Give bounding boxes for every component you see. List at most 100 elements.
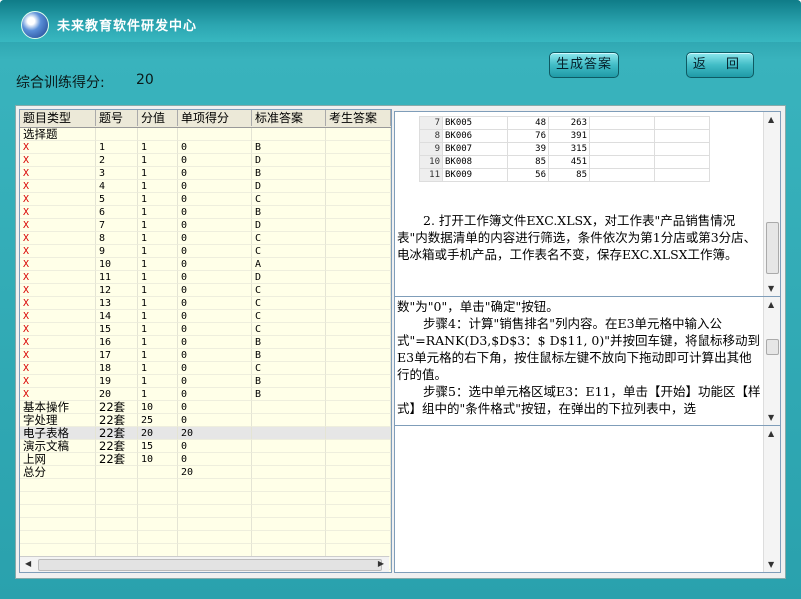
cell-ans [326, 518, 391, 531]
table-row[interactable] [20, 531, 391, 544]
cell-got: 0 [178, 336, 252, 349]
app-logo-icon [21, 11, 49, 39]
cell-std: B [252, 141, 326, 154]
answer-scrollbar[interactable]: ▲ ▼ [763, 297, 780, 425]
cell-ans [326, 180, 391, 193]
cell-got: 0 [178, 401, 252, 414]
table-row[interactable]: X410D [20, 180, 391, 193]
table-row[interactable] [20, 492, 391, 505]
table-row[interactable]: X 20 1 0 B [20, 388, 391, 401]
cell-ans [326, 141, 391, 154]
cell-std: B [252, 206, 326, 219]
grid-horizontal-scrollbar[interactable]: ◀ ▶ [20, 556, 389, 572]
cell-score: 1 [138, 167, 178, 180]
spreadsheet-cell: 56 [507, 168, 549, 182]
spreadsheet-cell [589, 142, 655, 156]
table-row[interactable]: X 13 1 0 C [20, 297, 391, 310]
scroll-up-icon[interactable]: ▲ [768, 300, 774, 309]
cell-score [138, 505, 178, 518]
column-header[interactable]: 标准答案 [252, 110, 326, 126]
table-row[interactable]: X 11 1 0 D [20, 271, 391, 284]
cell-std [252, 466, 326, 479]
cell-ans [326, 154, 391, 167]
table-row[interactable]: 选择题 [20, 128, 391, 141]
cell-ans [326, 206, 391, 219]
generate-answer-button[interactable]: 生成答案 [549, 52, 619, 78]
cell-type: 上网 [20, 453, 96, 466]
table-row[interactable]: 演示文稿 22套 15 0 [20, 440, 391, 453]
spreadsheet-cell: 9 [419, 142, 443, 156]
cell-type: X [20, 375, 96, 388]
table-row[interactable]: X 10 1 0 A [20, 258, 391, 271]
column-header[interactable]: 单项得分 [178, 110, 252, 126]
table-row[interactable]: X 17 1 0 B [20, 349, 391, 362]
spreadsheet-cell [654, 168, 710, 182]
table-row[interactable] [20, 479, 391, 492]
cell-got: 0 [178, 167, 252, 180]
column-header[interactable]: 考生答案 [326, 110, 391, 126]
column-header[interactable]: 题目类型 [20, 110, 96, 126]
table-row[interactable]: X 14 1 0 C [20, 310, 391, 323]
table-row[interactable]: 上网 22套 10 0 [20, 453, 391, 466]
cell-ans [326, 193, 391, 206]
spreadsheet-cell: BK005 [442, 116, 508, 130]
scroll-thumb[interactable] [766, 339, 779, 355]
table-row[interactable]: X810C [20, 232, 391, 245]
table-row[interactable]: X 15 1 0 C [20, 323, 391, 336]
table-row[interactable]: 电子表格 22套 20 20 [20, 427, 391, 440]
question-scrollbar[interactable]: ▲ ▼ [763, 112, 780, 296]
scroll-down-icon[interactable]: ▼ [768, 284, 774, 293]
table-row[interactable]: X 12 1 0 C [20, 284, 391, 297]
student-answer-pane[interactable]: ▲ ▼ [394, 425, 781, 573]
cell-score: 1 [138, 375, 178, 388]
spreadsheet-cell: 85 [548, 168, 590, 182]
cell-ans [326, 401, 391, 414]
cell-score: 1 [138, 336, 178, 349]
table-row[interactable]: 基本操作 22套 10 0 [20, 401, 391, 414]
cell-std [252, 518, 326, 531]
table-row[interactable] [20, 505, 391, 518]
scroll-left-icon[interactable]: ◀ [25, 559, 31, 568]
cell-num: 9 [96, 245, 138, 258]
cell-type: X [20, 180, 96, 193]
scroll-thumb[interactable] [766, 222, 779, 274]
cell-got [178, 479, 252, 492]
cell-std: B [252, 167, 326, 180]
question-text: 2. 打开工作簿文件EXC.XLSX，对工作表"产品销售情况表"内数据清单的内容… [397, 213, 757, 262]
cell-num [96, 505, 138, 518]
student-answer-scrollbar[interactable]: ▲ ▼ [763, 426, 780, 572]
table-row[interactable]: X310B [20, 167, 391, 180]
scroll-up-icon[interactable]: ▲ [768, 429, 774, 438]
table-row[interactable]: X 16 1 0 B [20, 336, 391, 349]
spreadsheet-row: 11 BK009 56 85 [419, 168, 710, 182]
scroll-up-icon[interactable]: ▲ [768, 115, 774, 124]
table-row[interactable]: X210D [20, 154, 391, 167]
cell-type: X [20, 323, 96, 336]
table-row[interactable] [20, 518, 391, 531]
column-header[interactable]: 分值 [138, 110, 178, 126]
cell-score: 1 [138, 323, 178, 336]
table-row[interactable]: 字处理 22套 25 0 [20, 414, 391, 427]
table-row[interactable]: X 18 1 0 C [20, 362, 391, 375]
spreadsheet-cell: 85 [507, 155, 549, 169]
table-row[interactable]: X 19 1 0 B [20, 375, 391, 388]
cell-got: 0 [178, 232, 252, 245]
scroll-down-icon[interactable]: ▼ [768, 413, 774, 422]
table-row[interactable]: X110B [20, 141, 391, 154]
scroll-down-icon[interactable]: ▼ [768, 560, 774, 569]
table-row[interactable]: X510C [20, 193, 391, 206]
cell-type [20, 479, 96, 492]
table-row[interactable]: X910C [20, 245, 391, 258]
scroll-right-icon[interactable]: ▶ [378, 559, 384, 568]
cell-got: 0 [178, 154, 252, 167]
cell-num: 3 [96, 167, 138, 180]
scroll-thumb[interactable] [38, 559, 382, 571]
table-row[interactable]: 总分 20 [20, 466, 391, 479]
cell-std [252, 505, 326, 518]
table-row[interactable]: X710D [20, 219, 391, 232]
column-header[interactable]: 题号 [96, 110, 138, 126]
cell-score [138, 466, 178, 479]
back-button[interactable]: 返 回 [686, 52, 754, 78]
cell-got: 20 [178, 427, 252, 440]
table-row[interactable]: X610B [20, 206, 391, 219]
